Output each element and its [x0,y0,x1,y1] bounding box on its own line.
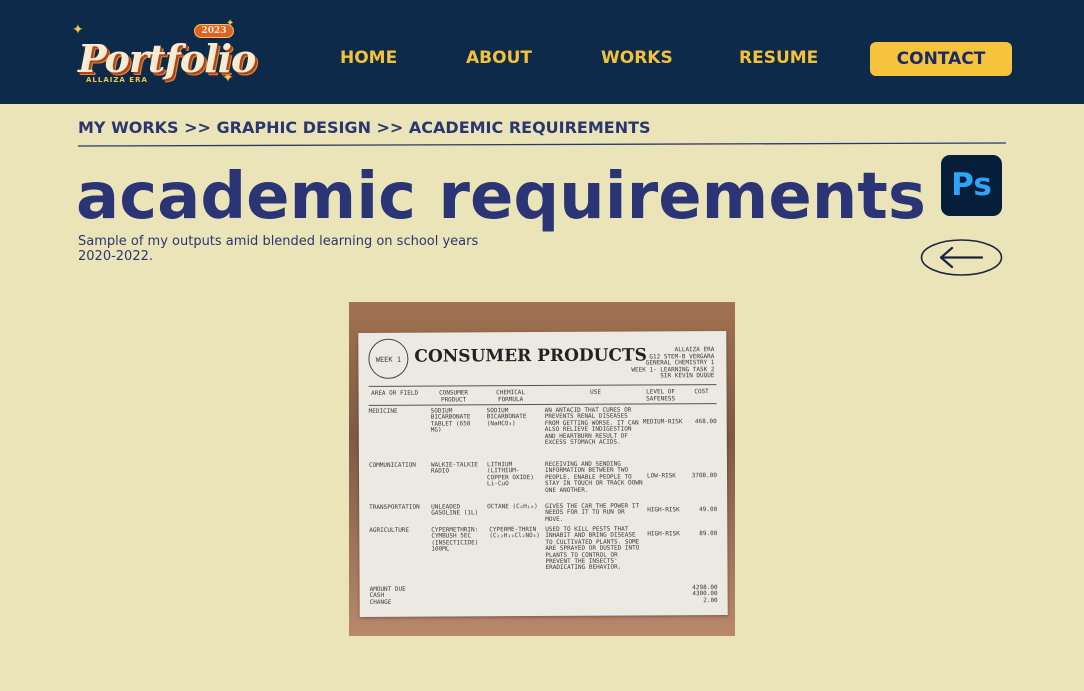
table-cell: 3708.00 [691,472,718,480]
table-rule [368,403,717,406]
table-cell: MEDIUM-RISK [642,418,683,426]
nav-works[interactable]: WORKS [601,48,673,68]
table-cell: OCTANE (C₈H₁₈) [487,503,538,511]
contact-button[interactable]: CONTACT [870,42,1012,76]
table-cell: AN ANTACID THAT CURES OR PREVENTS RENAL … [544,406,639,447]
page-description: Sample of my outputs amid blended learni… [78,234,479,264]
column-header: COST [694,388,709,396]
portfolio-logo[interactable]: ✦ ✦ ✦ Portfolio ALLAIZA ERA 2023 [72,18,256,90]
table-cell: 49.00 [699,506,718,514]
artwork-meta: ALLAIZA ERA G12 STEM-B VERGARA GENERAL C… [631,346,715,380]
table-cell: UNLEADED GASOLINE (1L) [431,503,479,517]
column-header: CHEMICAL FORMULA [496,389,526,403]
table-cell: TRANSPORTATION [369,503,420,511]
column-header: CONSUMER PRODUCT [439,389,469,404]
nav-about[interactable]: ABOUT [466,48,532,68]
column-header: LEVEL OF SAFENESS [646,388,676,402]
week-badge: WEEK 1 [368,338,409,379]
page-title: academic requirements [76,160,926,234]
table-cell: AGRICULTURE [369,526,410,534]
photoshop-icon: Ps [941,155,1002,216]
table-rule [368,384,717,387]
totals-values: 4298.00 4300.00 2.00 [692,584,718,604]
artwork-image[interactable]: WEEK 1 CONSUMER PRODUCTS ALLAIZA ERA G12… [349,302,735,636]
table-cell: SODIUM BICARBONATE (NaHCO₃) [486,407,527,428]
table-cell: HIGH-RISK [647,506,680,514]
navbar: ✦ ✦ ✦ Portfolio ALLAIZA ERA 2023 HOME AB… [0,0,1084,104]
table-cell: WALKIE-TALKIE RADIO [430,461,478,475]
table-cell: CYPERMETHRIN: CYMBUSH 5EC (INSECTICIDE) … [431,526,479,553]
table-cell: RECEIVING AND SENDING INFORMATION BETWEE… [544,460,643,494]
divider [78,142,1006,147]
table-cell: MEDICINE [368,407,398,415]
artwork-title: CONSUMER PRODUCTS [414,345,647,367]
nav-resume[interactable]: RESUME [739,48,818,68]
back-button[interactable] [920,238,1003,277]
breadcrumb[interactable]: MY WORKS >> GRAPHIC DESIGN >> ACADEMIC R… [78,118,651,137]
table-cell: HIGH-RISK [647,530,680,538]
table-cell: CYPERME-THRIN (C₂₂H₁₉Cl₂NO₃) [489,526,540,540]
table-cell: 89.00 [699,530,718,538]
logo-subtitle: ALLAIZA ERA [86,76,148,84]
logo-wordmark: Portfolio [78,36,256,81]
nav-home[interactable]: HOME [340,48,397,68]
table-cell: COMMUNICATION [368,461,416,469]
arrow-left-icon [920,239,1003,276]
totals-labels: AMOUNT DUE CASH CHANGE [369,585,406,606]
table-cell: GIVES THE CAR THE POWER IT NEEDS FOR IT … [545,502,640,523]
receipt-paper: WEEK 1 CONSUMER PRODUCTS ALLAIZA ERA G12… [358,331,728,617]
column-header: AREA OR FIELD [371,389,419,397]
logo-year-badge: 2023 [194,24,234,38]
table-cell: SODIUM BICARBONATE TABLET (650 MG) [430,407,471,434]
table-cell: LITHIUM (LITHIUM-COPPER OXIDE) Li-CuO [486,461,535,488]
column-header: USE [590,388,602,396]
table-cell: 468.00 [695,418,717,426]
table-cell: USED TO KILL PESTS THAT INHABIT AND BRIN… [545,525,640,572]
